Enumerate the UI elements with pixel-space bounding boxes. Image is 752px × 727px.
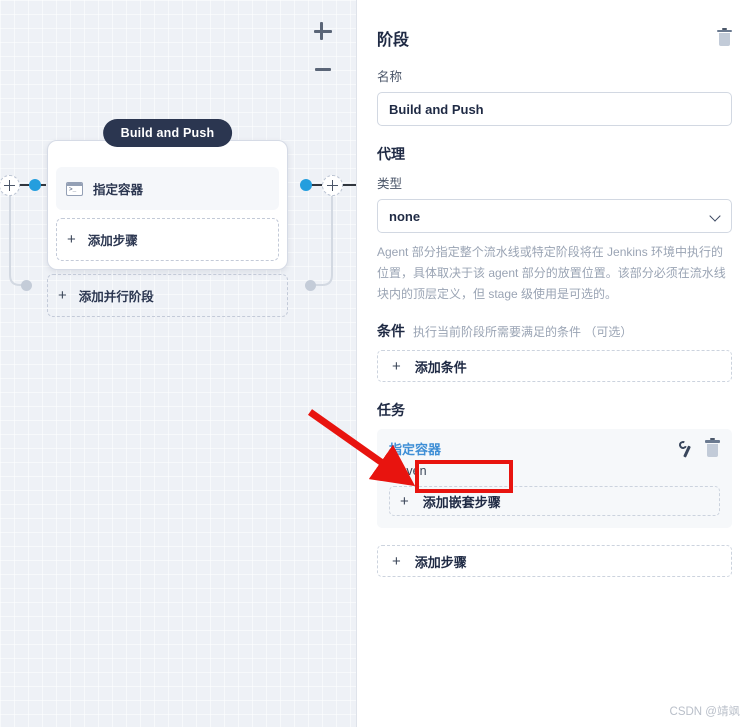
canvas-node-parallel-right[interactable] — [305, 280, 316, 291]
task-actions — [677, 438, 720, 458]
name-field-label: 名称 — [377, 70, 403, 84]
add-step-button[interactable]: + 添加步骤 — [377, 545, 732, 577]
connector-lines — [9, 184, 356, 286]
delete-task-icon[interactable] — [705, 438, 720, 457]
zoom-out-icon[interactable] — [312, 58, 334, 80]
canvas-node-right[interactable] — [300, 179, 312, 191]
canvas-add-node-right[interactable] — [322, 175, 343, 196]
canvas-add-step-label: 添加步骤 — [87, 234, 138, 248]
add-parallel-stage-button[interactable]: + 添加并行阶段 — [47, 274, 288, 317]
canvas-add-step-button[interactable]: + 添加步骤 — [56, 218, 279, 261]
add-condition-button[interactable]: + 添加条件 — [377, 350, 732, 382]
condition-section-subtitle: 执行当前阶段所需要满足的条件 （可选） — [413, 325, 633, 339]
plus-icon: + — [400, 492, 409, 510]
panel-header: 阶段 — [377, 26, 732, 50]
agent-type-select-wrap: none — [377, 199, 732, 233]
plus-icon: + — [67, 231, 76, 248]
agent-section-heading: 代理 — [377, 146, 405, 162]
type-field-label: 类型 — [377, 177, 403, 191]
agent-type-select[interactable]: none — [377, 199, 732, 233]
stage-node[interactable]: Build and Push 指定容器 + 添加步骤 — [47, 119, 288, 270]
page-title: 阶段 — [377, 32, 410, 49]
stage-title-pill[interactable]: Build and Push — [102, 119, 233, 147]
condition-section-heading: 条件 — [377, 323, 405, 339]
stage-card: Build and Push 指定容器 + 添加步骤 — [47, 119, 288, 270]
task-name-link[interactable]: 指定容器 — [389, 439, 441, 458]
add-nested-step-button[interactable]: + 添加嵌套步骤 — [389, 486, 720, 516]
canvas-zoom-controls — [310, 20, 336, 80]
add-parallel-stage-label: 添加并行阶段 — [78, 290, 154, 304]
canvas-node-left[interactable] — [29, 179, 41, 191]
wrench-icon[interactable] — [677, 439, 692, 458]
zoom-in-icon[interactable] — [312, 20, 334, 42]
plus-icon: + — [58, 287, 67, 304]
task-card: 指定容器 maven + 添加嵌套步骤 — [377, 429, 732, 528]
task-card-header: 指定容器 — [389, 438, 720, 458]
canvas-node-parallel-left[interactable] — [21, 280, 32, 291]
add-nested-step-label: 添加嵌套步骤 — [422, 494, 501, 510]
stage-settings-panel: 阶段 名称 代理 类型 none Agent 部分指定整个流水线或特定阶段将在 … — [357, 0, 752, 727]
stage-name-input[interactable] — [377, 92, 732, 126]
agent-help-text: Agent 部分指定整个流水线或特定阶段将在 Jenkins 环境中执行的位置，… — [377, 245, 726, 301]
terminal-icon — [66, 181, 83, 196]
add-step-label: 添加步骤 — [414, 554, 467, 570]
pipeline-editor: Build and Push 指定容器 + 添加步骤 + 添加并行阶段 阶段 — [0, 0, 752, 727]
pipeline-canvas[interactable]: Build and Push 指定容器 + 添加步骤 + 添加并行阶段 — [0, 0, 357, 727]
add-condition-label: 添加条件 — [414, 359, 467, 375]
plus-icon: + — [392, 357, 401, 375]
delete-stage-icon[interactable] — [717, 27, 732, 47]
stage-step-item[interactable]: 指定容器 — [56, 167, 279, 210]
canvas-add-node-left[interactable] — [0, 175, 20, 196]
plus-icon: + — [392, 552, 401, 570]
condition-section-header: 条件 执行当前阶段所需要满足的条件 （可选） — [377, 321, 732, 341]
task-subtitle: maven — [389, 464, 427, 478]
task-section-heading: 任务 — [377, 402, 405, 418]
watermark: CSDN @靖飒 — [669, 706, 740, 718]
stage-step-label: 指定容器 — [93, 183, 144, 197]
